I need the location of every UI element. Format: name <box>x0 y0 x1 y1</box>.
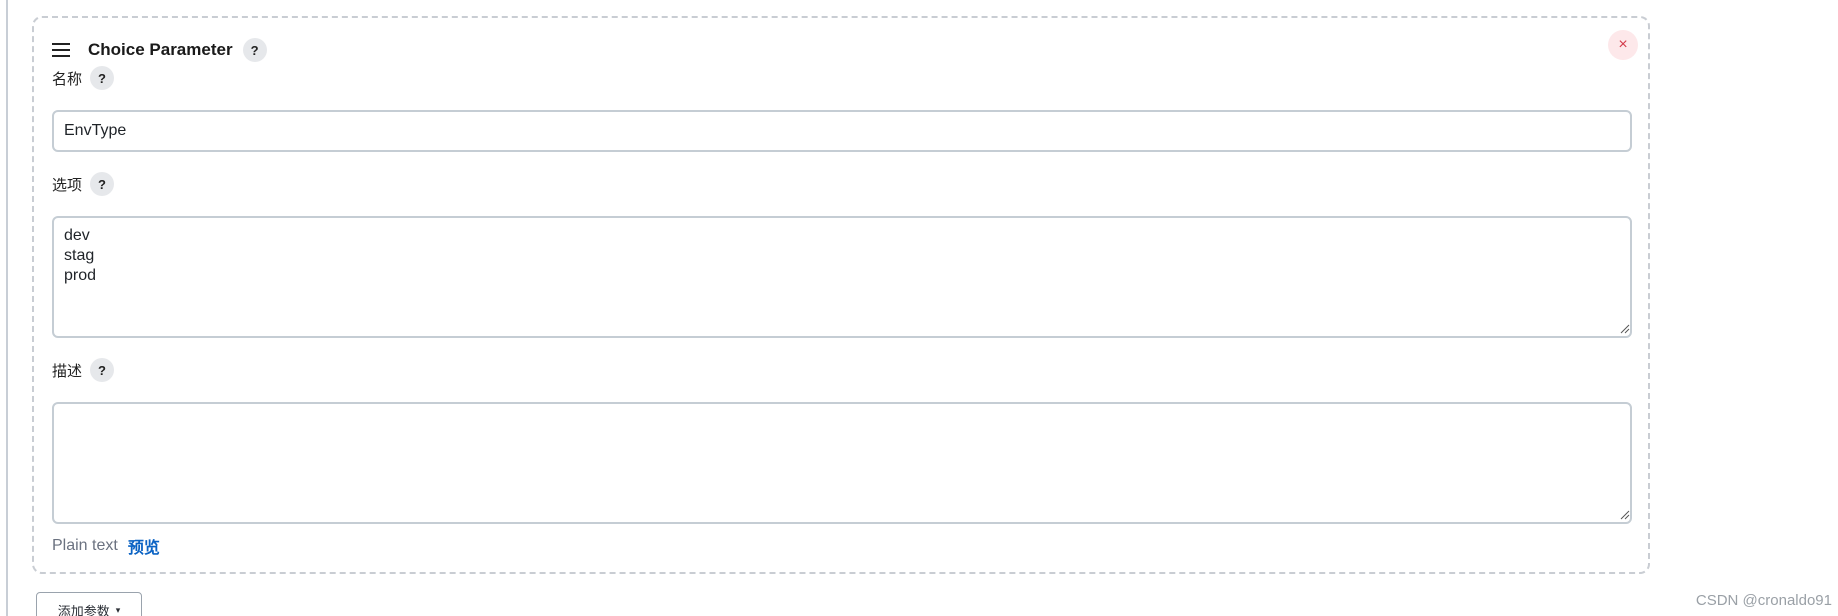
description-format-row: Plain text 预览 <box>52 534 160 558</box>
choices-label: 选项 <box>52 176 83 194</box>
name-input[interactable] <box>52 110 1632 152</box>
card-title: Choice Parameter <box>88 40 233 59</box>
drag-handle-icon[interactable] <box>52 43 70 57</box>
resize-grip-icon[interactable] <box>1620 324 1630 334</box>
question-mark-icon[interactable]: ? <box>90 172 115 196</box>
close-icon[interactable]: × <box>1608 30 1638 60</box>
left-rule <box>6 0 8 616</box>
choice-parameter-card: Choice Parameter ? × 名称 ? 选项 ? dev stag … <box>32 16 1650 574</box>
page: Choice Parameter ? × 名称 ? 选项 ? dev stag … <box>0 0 1838 616</box>
question-mark-icon[interactable]: ? <box>90 358 115 382</box>
caret-down-icon: ▾ <box>115 604 121 615</box>
description-field-label: 描述 ? <box>52 358 115 382</box>
name-label: 名称 <box>52 70 83 88</box>
description-textarea[interactable] <box>52 402 1632 524</box>
question-mark-icon[interactable]: ? <box>242 38 267 62</box>
card-header: Choice Parameter ? <box>52 36 267 64</box>
description-label: 描述 <box>52 362 83 380</box>
question-mark-icon[interactable]: ? <box>90 66 115 90</box>
add-parameter-button[interactable]: 添加参数 ▾ <box>36 592 142 616</box>
choices-textarea[interactable]: dev stag prod <box>52 216 1632 338</box>
plain-text-label: Plain text <box>52 537 118 554</box>
watermark: CSDN @cronaldo91 <box>1695 592 1832 609</box>
resize-grip-icon[interactable] <box>1620 510 1630 520</box>
name-field-label: 名称 ? <box>52 66 115 90</box>
add-parameter-label: 添加参数 <box>57 603 110 616</box>
preview-link[interactable]: 预览 <box>128 534 160 558</box>
choices-field-label: 选项 ? <box>52 172 115 196</box>
